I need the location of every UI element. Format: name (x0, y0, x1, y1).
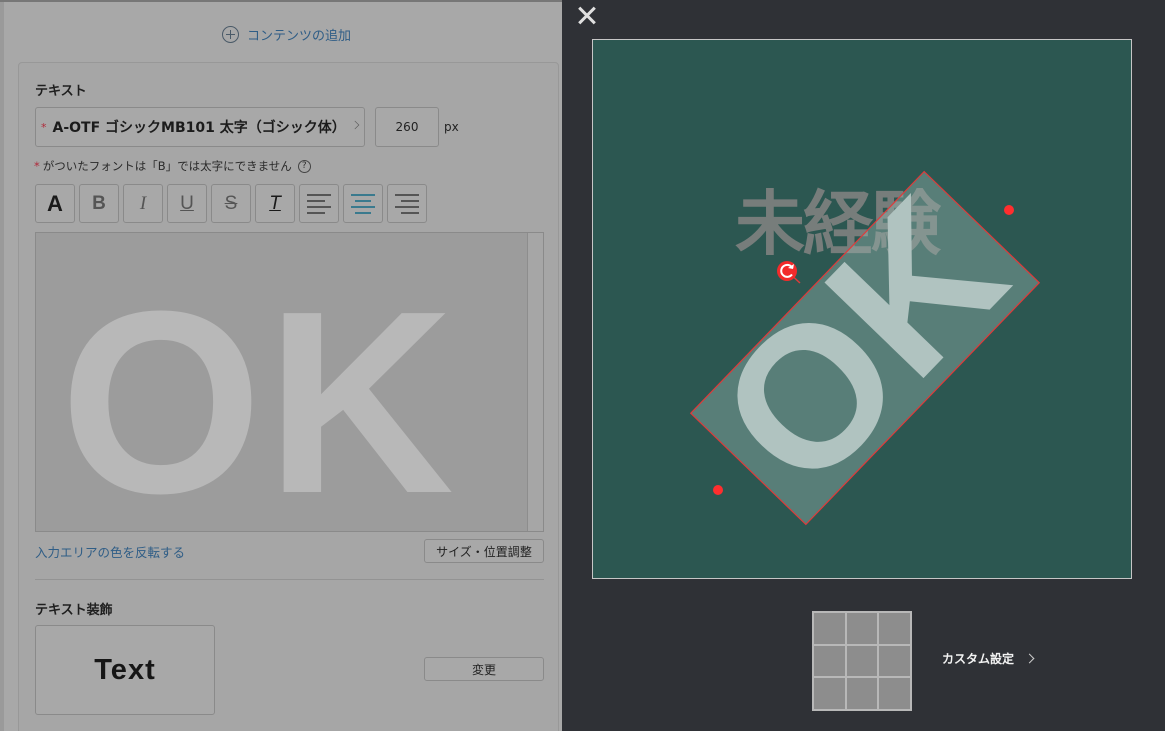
resize-handle-top-right[interactable] (1004, 205, 1014, 215)
font-style-button[interactable]: A (35, 184, 75, 223)
position-grid (812, 611, 912, 711)
preview-canvas[interactable]: 未経験 OK (592, 39, 1132, 579)
section-divider (35, 579, 544, 580)
grid-cell-bottom-right[interactable] (878, 677, 911, 710)
note-text: がついたフォントは「B」では太字にできません (42, 159, 292, 173)
note-star: * (34, 159, 40, 173)
align-left-button[interactable] (299, 184, 339, 223)
chevron-right-icon (1024, 653, 1035, 664)
font-a-icon: A (47, 190, 63, 216)
top-divider (0, 0, 562, 2)
align-right-button[interactable] (387, 184, 427, 223)
clear-format-button[interactable]: T (255, 184, 295, 223)
grid-cell-top-right[interactable] (878, 612, 911, 645)
panel-edge (0, 0, 4, 731)
close-icon[interactable] (575, 3, 599, 27)
rotated-text-group[interactable]: OK (664, 146, 1058, 543)
clear-format-icon: T (269, 192, 281, 214)
text-settings-card: テキスト * A-OTF ゴシックMB101 太字（ゴシック体） 260 px … (18, 62, 559, 731)
bold-button[interactable]: B (79, 184, 119, 223)
decoration-preview[interactable]: Text (35, 625, 215, 715)
grid-cell-middle-right[interactable] (878, 644, 911, 678)
text-section-title: テキスト (35, 84, 87, 99)
resize-handle-bottom-left[interactable] (713, 485, 723, 495)
canvas-rotated-text: OK (677, 159, 1046, 530)
align-center-button[interactable] (343, 184, 383, 223)
italic-button[interactable]: I (123, 184, 163, 223)
align-center-icon (351, 193, 375, 214)
grid-cell-bottom-center[interactable] (845, 677, 879, 710)
grid-cell-middle-left[interactable] (813, 644, 846, 678)
grid-cell-center[interactable] (845, 644, 879, 678)
invert-color-link[interactable]: 入力エリアの色を反転する (35, 542, 185, 561)
italic-icon: I (139, 192, 147, 214)
format-toolbar: A B I U S T (35, 184, 427, 223)
text-input-area[interactable]: OK (35, 232, 544, 532)
grid-cell-top-left[interactable] (813, 612, 846, 645)
help-icon[interactable]: ? (297, 159, 311, 173)
canvas-drawing: 未経験 OK (664, 146, 1058, 543)
editor-text: OK (60, 258, 458, 532)
strikethrough-button[interactable]: S (211, 184, 251, 223)
underline-button[interactable]: U (167, 184, 207, 223)
strikethrough-icon: S (224, 192, 238, 214)
bold-font-note: * がついたフォントは「B」では太字にできません ? (34, 158, 311, 174)
grid-cell-bottom-left[interactable] (813, 677, 846, 710)
bold-icon: B (92, 192, 106, 214)
add-content-button[interactable]: コンテンツの追加 (222, 25, 351, 44)
font-size-input[interactable]: 260 (375, 107, 439, 147)
size-position-button[interactable]: サイズ・位置調整 (424, 539, 544, 563)
required-mark: * (41, 120, 47, 134)
editor-panel: コンテンツの追加 テキスト * A-OTF ゴシックMB101 太字（ゴシック体… (0, 0, 562, 731)
underline-icon: U (180, 192, 194, 214)
chevron-down-icon (350, 120, 360, 130)
plus-circle-icon (222, 26, 239, 43)
align-right-icon (395, 193, 419, 214)
font-size-unit: px (444, 120, 459, 134)
font-name: A-OTF ゴシックMB101 太字（ゴシック体） (52, 120, 346, 136)
editor-scrollbar[interactable] (527, 233, 543, 531)
rotate-handle-icon[interactable] (777, 261, 797, 281)
decoration-section-title: テキスト装飾 (35, 603, 113, 618)
custom-settings-button[interactable]: カスタム設定 (942, 650, 1035, 667)
change-button[interactable]: 変更 (424, 657, 544, 681)
font-select[interactable]: * A-OTF ゴシックMB101 太字（ゴシック体） (35, 107, 365, 147)
grid-cell-top-center[interactable] (845, 612, 879, 645)
add-content-label: コンテンツの追加 (247, 29, 352, 44)
align-left-icon (307, 193, 331, 214)
custom-settings-label: カスタム設定 (942, 652, 1015, 666)
